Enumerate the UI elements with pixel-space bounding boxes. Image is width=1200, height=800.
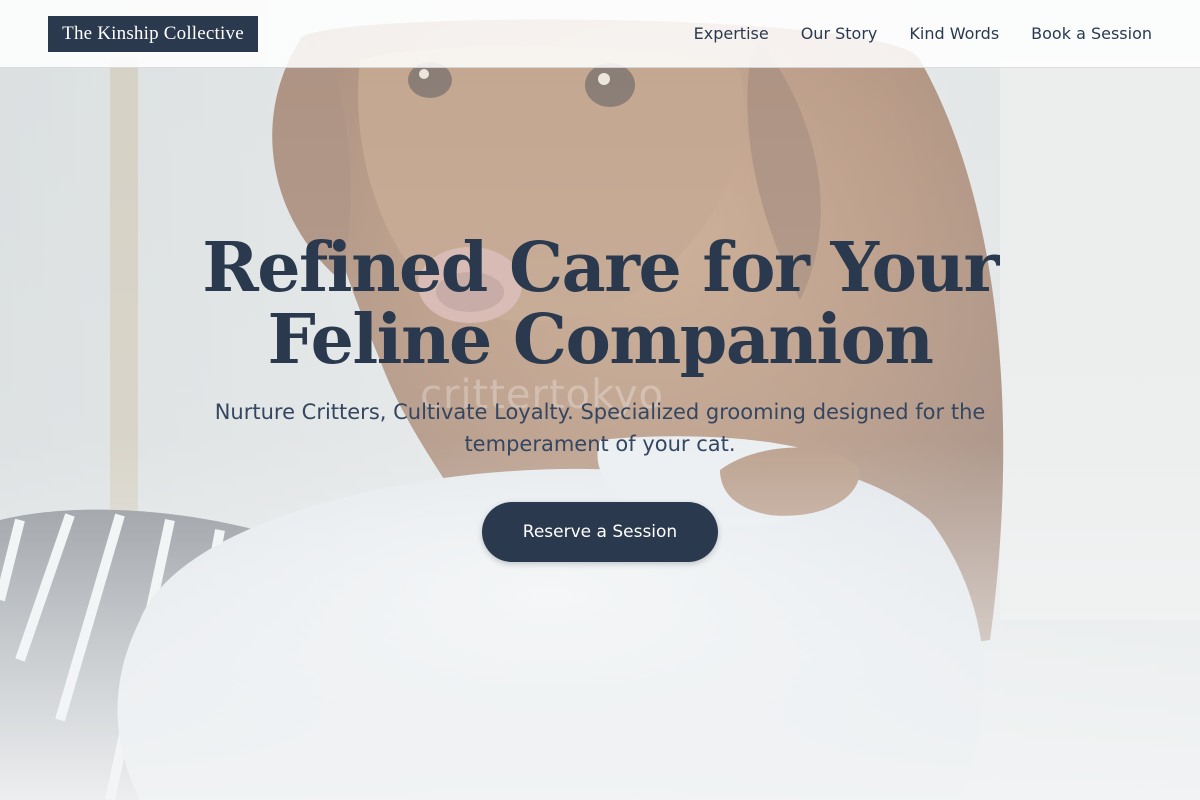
nav-item-kind-words[interactable]: Kind Words — [909, 24, 999, 43]
hero-content: Refined Care for Your Feline Companion N… — [0, 232, 1200, 562]
nav-item-expertise[interactable]: Expertise — [694, 24, 769, 43]
site-header: The Kinship Collective Expertise Our Sto… — [0, 0, 1200, 68]
nav-item-book-session[interactable]: Book a Session — [1031, 24, 1152, 43]
hero-subheadline: Nurture Critters, Cultivate Loyalty. Spe… — [214, 400, 986, 456]
hero-headline: Refined Care for Your Feline Companion — [150, 232, 1050, 376]
hero-headline-line-1: Refined Care for Your — [202, 228, 999, 308]
reserve-session-button[interactable]: Reserve a Session — [482, 502, 718, 562]
nav-item-our-story[interactable]: Our Story — [801, 24, 878, 43]
brand-logo[interactable]: The Kinship Collective — [48, 15, 258, 52]
hero-headline-line-2: Feline Companion — [267, 300, 934, 380]
main-nav: Expertise Our Story Kind Words Book a Se… — [694, 24, 1152, 43]
